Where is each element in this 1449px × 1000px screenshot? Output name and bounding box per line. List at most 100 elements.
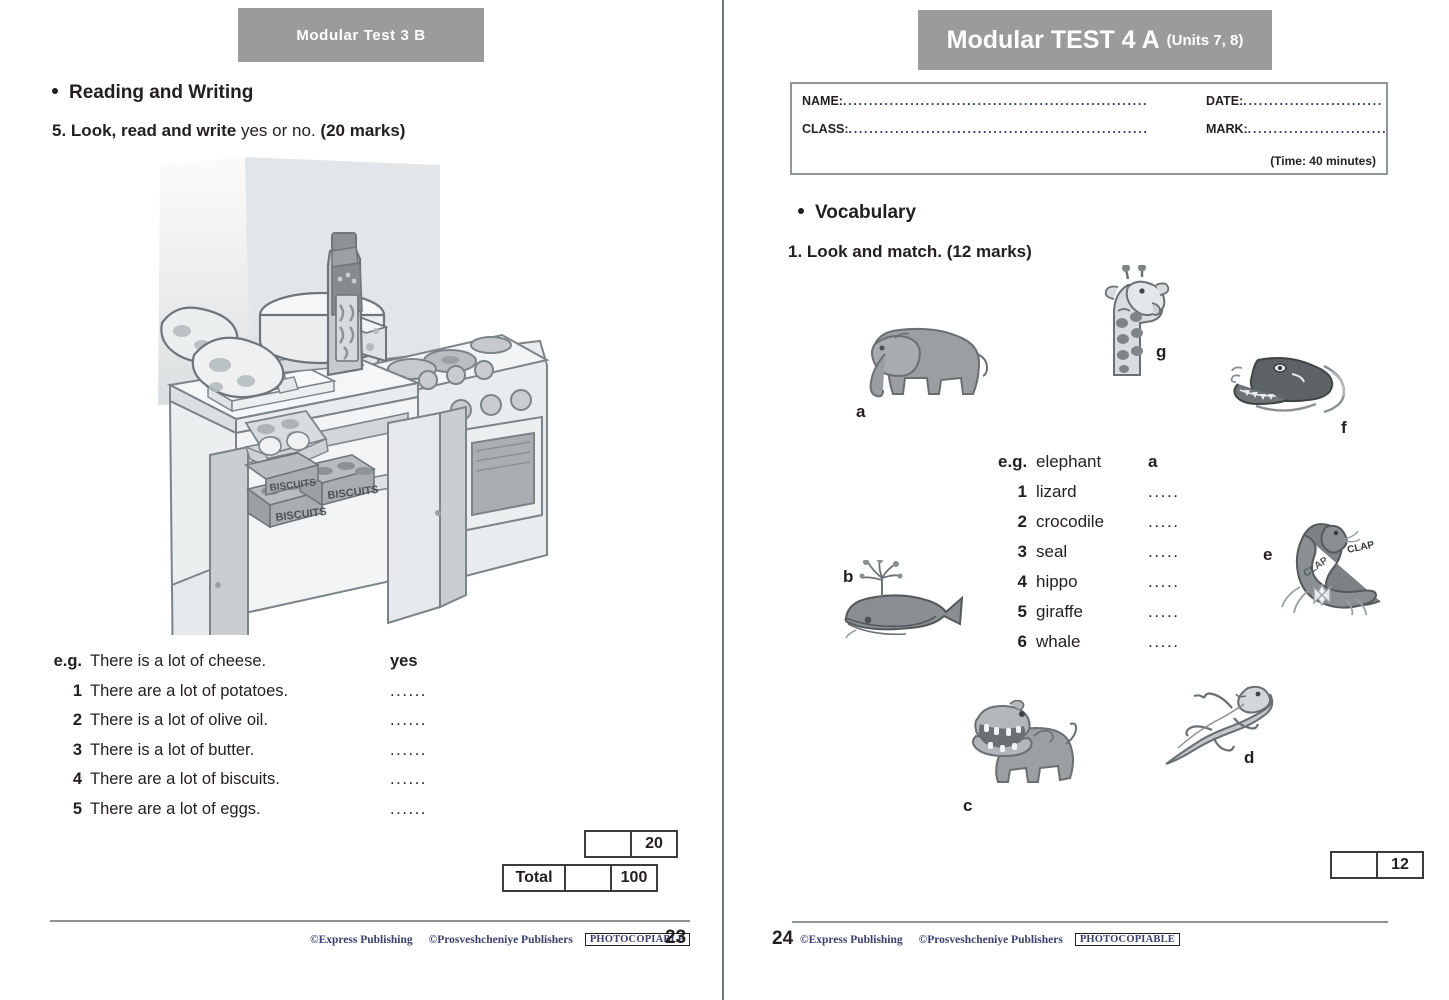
question-text: There are a lot of biscuits. (90, 770, 280, 788)
question-number: 4 (72, 770, 82, 788)
kitchen-illustration: BISCUITS BISCUITS BISCUITS (150, 155, 550, 797)
right-banner-units: (Units 7, 8) (1166, 31, 1244, 49)
left-task-yes: yes (240, 121, 268, 140)
question-answer-blank[interactable]: ...... (390, 741, 427, 760)
question-text: There is a lot of olive oil. (90, 711, 268, 729)
question-text: There are a lot of potatoes. (90, 681, 289, 700)
match-answer[interactable]: a (1148, 452, 1157, 472)
match-number: e.g. (998, 452, 1028, 471)
match-list: e.g. elephant a 1 lizard ..... 2 crocodi… (998, 452, 1180, 662)
picture-letter-b: b (843, 567, 854, 586)
right-footer-rule (792, 921, 1388, 923)
giraffe-illustration (1090, 263, 1170, 380)
picture-letter-e: e (1263, 545, 1273, 564)
left-footer-rule (50, 920, 690, 922)
class-field-row[interactable]: CLASS:..................................… (802, 122, 1147, 136)
bullet-dot-icon (798, 208, 804, 215)
question-answer-blank[interactable]: ...... (390, 770, 427, 789)
match-number: 6 (1017, 632, 1027, 651)
elephant-illustration (855, 320, 995, 400)
exercise-score-input[interactable] (1332, 853, 1378, 877)
match-number: 1 (1017, 482, 1027, 501)
right-task-instruction: 1. Look and match. (12 marks) (788, 242, 1032, 262)
lizard-illustration (1160, 678, 1280, 768)
match-answer-blank[interactable]: ..... (1148, 542, 1180, 562)
question-text: There are a lot of eggs. (90, 799, 261, 818)
question-row: 5 There are a lot of eggs. ...... (52, 800, 427, 830)
match-answer-blank[interactable]: ..... (1148, 512, 1180, 532)
question-text: There is a lot of butter. (90, 740, 255, 759)
total-score-max: 100 (620, 869, 648, 886)
question-text: There is a lot of cheese. (90, 652, 267, 670)
mark-input-dots[interactable]: ............................. (1248, 122, 1386, 136)
question-answer-blank[interactable]: ...... (390, 711, 427, 730)
left-task-bold-1: Look, read and write (70, 121, 237, 140)
mark-field-row[interactable]: MARK:............................. (1206, 122, 1386, 136)
match-word: giraffe (1036, 602, 1083, 621)
picture-letter-d: d (1244, 748, 1255, 767)
question-number: 5 (72, 799, 82, 818)
match-number: 3 (1017, 542, 1027, 561)
question-row: 2 There is a lot of olive oil. ...... (52, 711, 427, 741)
class-label: CLASS: (802, 122, 849, 136)
question-answer[interactable]: yes (390, 652, 418, 671)
match-answer-blank[interactable]: ..... (1148, 572, 1180, 592)
exercise-score-box-left[interactable]: 20 (584, 830, 678, 858)
question-number: 1 (72, 681, 82, 700)
exercise-score-box-right[interactable]: 12 (1330, 851, 1424, 879)
picture-letter-g: g (1156, 342, 1167, 361)
question-row: 1 There are a lot of potatoes. ...... (52, 682, 427, 712)
match-number: 2 (1017, 512, 1027, 531)
total-label: Total (504, 866, 566, 890)
match-word: whale (1036, 632, 1081, 651)
left-section-heading: Reading and Writing (52, 82, 253, 104)
whale-illustration (838, 557, 968, 645)
date-input-dots[interactable]: ............................. (1243, 94, 1383, 108)
question-number: 3 (72, 740, 82, 759)
right-footer-publisher-1: ©Express Publishing (800, 934, 903, 946)
match-answer-blank[interactable]: ..... (1148, 482, 1180, 502)
question-answer-blank[interactable]: ...... (390, 682, 427, 701)
left-page-number: 23 (665, 927, 687, 948)
match-answer-blank[interactable]: ..... (1148, 632, 1180, 652)
match-row: 3 seal ..... (998, 542, 1180, 572)
class-input-dots[interactable]: ........................................… (849, 122, 1147, 136)
name-label: NAME: (802, 94, 843, 108)
left-banner-title: Modular Test 3 B (296, 26, 426, 44)
seal-illustration: CLAP CLAP (1270, 515, 1390, 616)
question-answer-blank[interactable]: ...... (390, 800, 427, 819)
exercise-score-input[interactable] (586, 832, 632, 856)
left-footer-publisher-1: ©Express Publishing (310, 934, 413, 946)
left-question-list: e.g. There is a lot of cheese. yes 1 The… (52, 652, 427, 829)
time-allowed-note: (Time: 40 minutes) (1270, 154, 1376, 168)
match-row: 4 hippo ..... (998, 572, 1180, 602)
exercise-score-max: 20 (645, 835, 663, 852)
name-input-dots[interactable]: ........................................… (843, 94, 1146, 108)
question-number: 2 (72, 711, 82, 729)
mark-label: MARK: (1206, 122, 1248, 136)
match-row: 1 lizard ..... (998, 482, 1180, 512)
picture-letter-c: c (963, 796, 973, 815)
right-footer-publisher-2: ©Prosveshcheniye Publishers (918, 934, 1063, 946)
left-task-or: or (272, 121, 288, 140)
right-footer-credits: ©Express Publishing ©Prosveshcheniye Pub… (800, 930, 1180, 948)
exercise-score-max: 12 (1391, 856, 1409, 873)
right-page-number: 24 (772, 928, 794, 949)
match-word: elephant (1036, 452, 1102, 471)
right-banner-title: Modular TEST 4 A (946, 25, 1160, 54)
match-answer-blank[interactable]: ..... (1148, 602, 1180, 622)
right-footer-photocopiable-badge: PHOTOCOPIABLE (1074, 933, 1180, 946)
question-number: e.g. (53, 652, 82, 670)
date-label: DATE: (1206, 94, 1244, 108)
match-word: crocodile (1036, 512, 1105, 531)
right-page-banner: Modular TEST 4 A (Units 7, 8) (918, 10, 1272, 70)
book-spread: Modular Test 3 B Reading and Writing 5. … (0, 0, 1449, 1000)
date-field-row[interactable]: DATE:............................. (1206, 94, 1383, 108)
match-word: hippo (1036, 572, 1078, 591)
name-field-row[interactable]: NAME:...................................… (802, 94, 1146, 108)
total-score-box[interactable]: Total 100 (502, 864, 658, 892)
page-divider (722, 0, 724, 1000)
total-score-input[interactable] (566, 866, 612, 890)
match-row: e.g. elephant a (998, 452, 1180, 482)
picture-letter-f: f (1341, 418, 1347, 437)
